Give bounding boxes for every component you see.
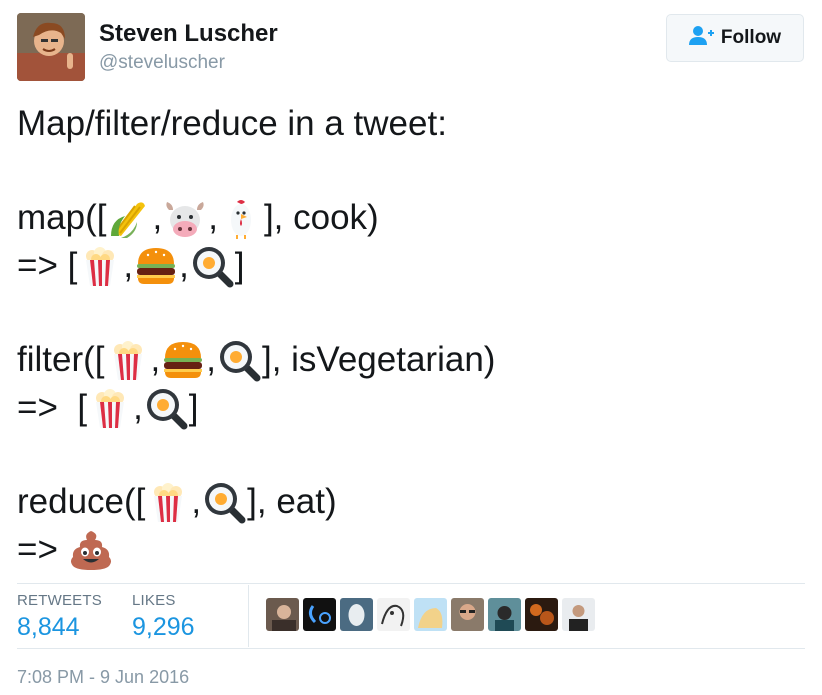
cow-emoji (163, 196, 207, 240)
author-handle[interactable]: @steveluscher (99, 52, 225, 74)
liker-avatar[interactable] (340, 598, 373, 631)
retweets-label: RETWEETS (17, 592, 102, 609)
stats-separator (248, 585, 249, 647)
code-text: map([ (17, 198, 107, 237)
likers-list (266, 598, 595, 631)
liker-avatar[interactable] (525, 598, 558, 631)
follow-button-label: Follow (720, 27, 782, 48)
liker-avatar[interactable] (488, 598, 521, 631)
liker-avatar[interactable] (562, 598, 595, 631)
add-user-icon (688, 25, 715, 52)
code-text: ], cook) (263, 198, 379, 237)
code-text: ] (188, 388, 199, 427)
tweet-map-result-line: => [ , , ] (17, 242, 495, 290)
author-avatar[interactable] (17, 13, 85, 81)
follow-button[interactable]: Follow (666, 14, 804, 62)
popcorn-emoji (106, 338, 150, 382)
tweet-reduce-result-line: => (17, 526, 495, 574)
code-text: , (133, 388, 143, 427)
tweet-reduce-line: reduce([ , ], eat) (17, 478, 495, 526)
likes-label: LIKES (132, 592, 176, 609)
liker-avatar[interactable] (303, 598, 336, 631)
retweets-stat[interactable]: RETWEETS 8,844 (17, 592, 102, 642)
tweet-text: Map/filter/reduce in a tweet: map([ , , … (17, 100, 495, 574)
likes-count: 9,296 (132, 613, 195, 641)
liker-avatar[interactable] (451, 598, 484, 631)
code-text: ], eat) (247, 482, 337, 521)
author-name[interactable]: Steven Luscher (99, 20, 278, 48)
hamburger-emoji (134, 244, 178, 288)
code-text: filter([ (17, 340, 105, 379)
likes-stat[interactable]: LIKES 9,296 (132, 592, 195, 642)
tweet-filter-result-line: => [ , ] (17, 384, 495, 432)
stats-bottom-divider (17, 648, 805, 649)
tweet-intro: Map/filter/reduce in a tweet: (17, 104, 447, 143)
chicken-emoji (219, 196, 263, 240)
corn-emoji (107, 196, 151, 240)
popcorn-emoji (78, 244, 122, 288)
fried-egg-emoji (144, 386, 188, 430)
tweet-timestamp[interactable]: 7:08 PM - 9 Jun 2016 (17, 667, 189, 688)
retweets-count: 8,844 (17, 613, 80, 641)
code-text: , (208, 198, 218, 237)
liker-avatar[interactable] (414, 598, 447, 631)
code-text: , (123, 246, 134, 285)
stats-top-divider (17, 583, 805, 584)
fried-egg-emoji (217, 338, 261, 382)
code-text: , (179, 246, 189, 285)
code-text: => [ (17, 246, 78, 285)
code-text: , (150, 340, 161, 379)
code-text: => [ (17, 388, 88, 427)
code-text: ] (234, 246, 245, 285)
fried-egg-emoji (202, 480, 246, 524)
code-text: , (152, 198, 163, 237)
poop-emoji (69, 528, 113, 572)
hamburger-emoji (161, 338, 205, 382)
popcorn-emoji (146, 480, 190, 524)
code-text: reduce([ (17, 482, 146, 521)
code-text: , (206, 340, 216, 379)
code-text: ], isVegetarian) (261, 340, 496, 379)
code-text: , (191, 482, 202, 521)
tweet-filter-line: filter([ , , ], isVegetarian) (17, 336, 495, 384)
tweet-map-line: map([ , , ], cook) (17, 194, 495, 242)
liker-avatar[interactable] (377, 598, 410, 631)
code-text: => (17, 530, 58, 569)
fried-egg-emoji (190, 244, 234, 288)
popcorn-emoji (88, 386, 132, 430)
liker-avatar[interactable] (266, 598, 299, 631)
